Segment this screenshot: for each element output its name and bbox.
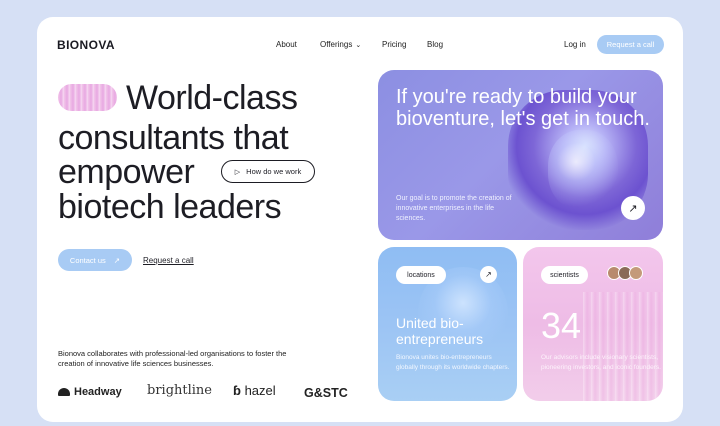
partner-logo-gstc: G&STC [304, 386, 348, 400]
scientists-description: Our advisors include visionary scientist… [541, 354, 661, 371]
nav-about[interactable]: About [276, 40, 297, 49]
cta-arrow-button[interactable]: ↗ [621, 196, 645, 220]
chevron-down-icon: ⌄ [355, 42, 362, 49]
request-call-button[interactable]: Request a call [597, 35, 664, 54]
avatar-group [607, 266, 643, 280]
arrow-up-right-icon: ↗ [628, 202, 638, 215]
headway-icon [58, 388, 70, 397]
login-link[interactable]: Log in [564, 40, 586, 49]
cta-card[interactable]: If you're ready to build your bioventure… [378, 70, 663, 240]
arrow-up-right-icon: ↗ [485, 270, 492, 279]
how-do-we-work-button[interactable]: ▷ How do we work [221, 160, 315, 183]
headline-line-1: World-class [126, 79, 298, 117]
nav-pricing[interactable]: Pricing [382, 40, 406, 49]
scientists-card[interactable]: scientists 34 Our advisors include visio… [523, 247, 663, 401]
partner-logo-headway: Headway [58, 386, 122, 398]
locations-card[interactable]: locations ↗ United bio-entrepreneurs Bio… [378, 247, 517, 401]
arrow-up-right-icon: ↗ [113, 255, 121, 265]
collab-text: Bionova collaborates with professional-l… [58, 349, 287, 368]
brand-logo[interactable]: BIONOVA [57, 38, 115, 52]
locations-description: Bionova unites bio-entrepreneurs globall… [396, 354, 510, 371]
locations-title: United bio-entrepreneurs [396, 315, 484, 347]
orb-highlight [548, 130, 618, 210]
headline-line-3: empower [58, 153, 195, 191]
locations-tag: locations [396, 266, 446, 284]
decorative-pill [58, 84, 117, 111]
how-do-we-work-label: How do we work [246, 167, 302, 176]
contact-us-button[interactable]: Contact us ↗ [58, 249, 132, 271]
avatar [629, 266, 643, 280]
partner-logo-hazel: ɓ hazel [233, 383, 276, 398]
glass-stripes-image [583, 292, 663, 401]
play-icon: ▷ [234, 168, 241, 176]
contact-us-label: Contact us [69, 255, 106, 265]
nav-offerings-label: Offerings [320, 40, 353, 49]
scientists-tag: scientists [541, 266, 588, 284]
cta-title: If you're ready to build your bioventure… [396, 86, 650, 130]
cta-description: Our goal is to promote the creation of i… [396, 195, 512, 222]
nav-offerings[interactable]: Offerings ⌄ [320, 40, 361, 49]
hazel-icon: ɓ [233, 383, 241, 398]
locations-arrow-button[interactable]: ↗ [480, 266, 497, 283]
scientists-count: 34 [541, 305, 582, 346]
headline-line-4: biotech leaders [58, 188, 282, 226]
nav-blog[interactable]: Blog [427, 40, 443, 49]
partner-logo-brightline: brightline [147, 383, 212, 398]
request-call-link[interactable]: Request a call [143, 256, 194, 265]
landing-card: BIONOVA About Offerings ⌄ Pricing Blog Lo… [37, 17, 683, 422]
